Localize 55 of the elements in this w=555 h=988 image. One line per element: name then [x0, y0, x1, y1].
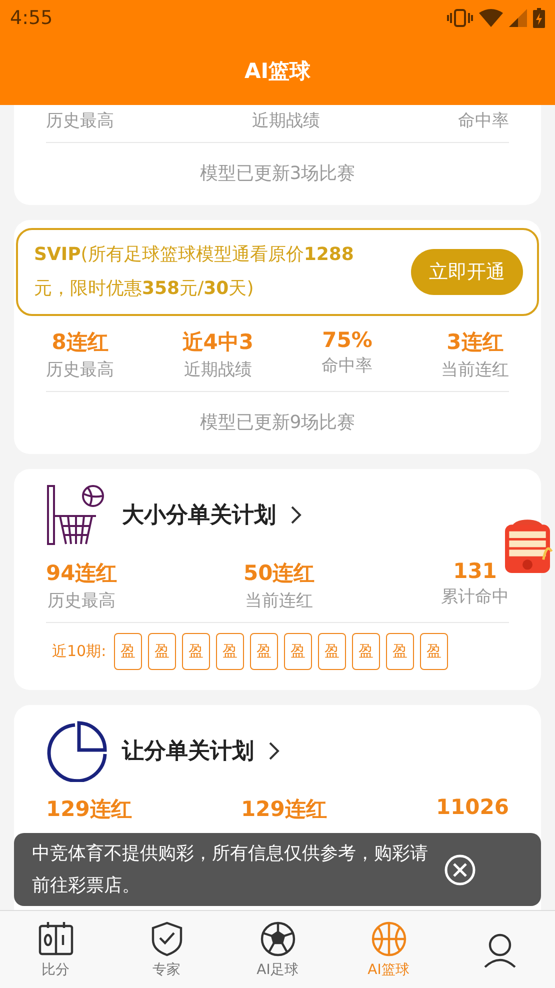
- close-icon[interactable]: [444, 854, 476, 886]
- update-note: 模型已更新9场比赛: [198, 411, 356, 435]
- page-title: AI篮球: [243, 58, 312, 84]
- stat-label: 历史最高: [46, 110, 114, 132]
- basketball-icon: [370, 920, 408, 958]
- vibrate-icon: [447, 9, 473, 27]
- stat-value: 50连红: [244, 560, 315, 587]
- stat-value: 近4中3: [182, 329, 254, 356]
- nav-tab[interactable]: 专家: [111, 911, 222, 988]
- stat-value: 129连红: [46, 796, 132, 823]
- recent-label: 近10期:: [52, 642, 106, 661]
- result-tag: 盈: [352, 633, 380, 670]
- stat-label: 近期战绩: [184, 359, 252, 381]
- stat-value: 131: [453, 559, 497, 583]
- result-tag: 盈: [216, 633, 244, 670]
- stat-label: 历史最高: [46, 359, 114, 381]
- plan-title[interactable]: 大小分单关计划: [122, 500, 276, 530]
- disclaimer-text: 中竞体育不提供购彩，所有信息仅供参考，购彩请前往彩票店。: [32, 842, 429, 898]
- stat-label: 累计命中: [441, 586, 509, 608]
- result-tag: 盈: [420, 633, 448, 670]
- result-tag: 盈: [114, 633, 142, 670]
- stat-value: 3连红: [446, 329, 504, 356]
- chevron-right-icon[interactable]: [290, 505, 302, 525]
- result-tag: 盈: [386, 633, 414, 670]
- result-tag: 盈: [318, 633, 346, 670]
- wifi-icon: [479, 9, 503, 27]
- signal-icon: [509, 9, 527, 27]
- pie-chart-icon: [46, 720, 108, 782]
- chevron-right-icon[interactable]: [268, 741, 280, 761]
- soccer-ball-icon: [258, 920, 296, 958]
- svip-text: SVIP(所有足球篮球模型通看原价1288元，限时优惠358元/30天): [34, 243, 355, 301]
- battery-icon: [533, 8, 545, 28]
- stat-value: 11026: [436, 795, 509, 819]
- result-tag: 盈: [250, 633, 278, 670]
- activate-button[interactable]: 立即开通: [411, 249, 523, 295]
- result-tag: 盈: [182, 633, 210, 670]
- nav-tab[interactable]: AI篮球: [333, 911, 444, 988]
- stat-value: 129连红: [240, 796, 327, 823]
- stat-value: 75%: [322, 328, 372, 352]
- stat-label: 当前连红: [440, 359, 509, 381]
- result-tag: 盈: [284, 633, 312, 670]
- stat-label: 历史最高: [48, 590, 116, 612]
- update-note: 模型已更新3场比赛: [198, 162, 356, 186]
- stat-label: 命中率: [458, 110, 509, 132]
- plan-title[interactable]: 让分单关计划: [122, 736, 254, 766]
- result-tag: 盈: [148, 633, 176, 670]
- status-time: 4:55: [10, 7, 53, 29]
- nav-tab[interactable]: AI足球: [222, 911, 333, 988]
- stat-label: 当前连红: [245, 590, 314, 612]
- stat-label: 命中率: [322, 355, 373, 377]
- stat-value: 94连红: [46, 560, 118, 587]
- stat-value: 8连红: [52, 329, 108, 356]
- stat-label: 近期战绩: [252, 110, 320, 132]
- nav-tab[interactable]: 比分: [0, 911, 111, 988]
- scoreboard-icon: [36, 920, 74, 958]
